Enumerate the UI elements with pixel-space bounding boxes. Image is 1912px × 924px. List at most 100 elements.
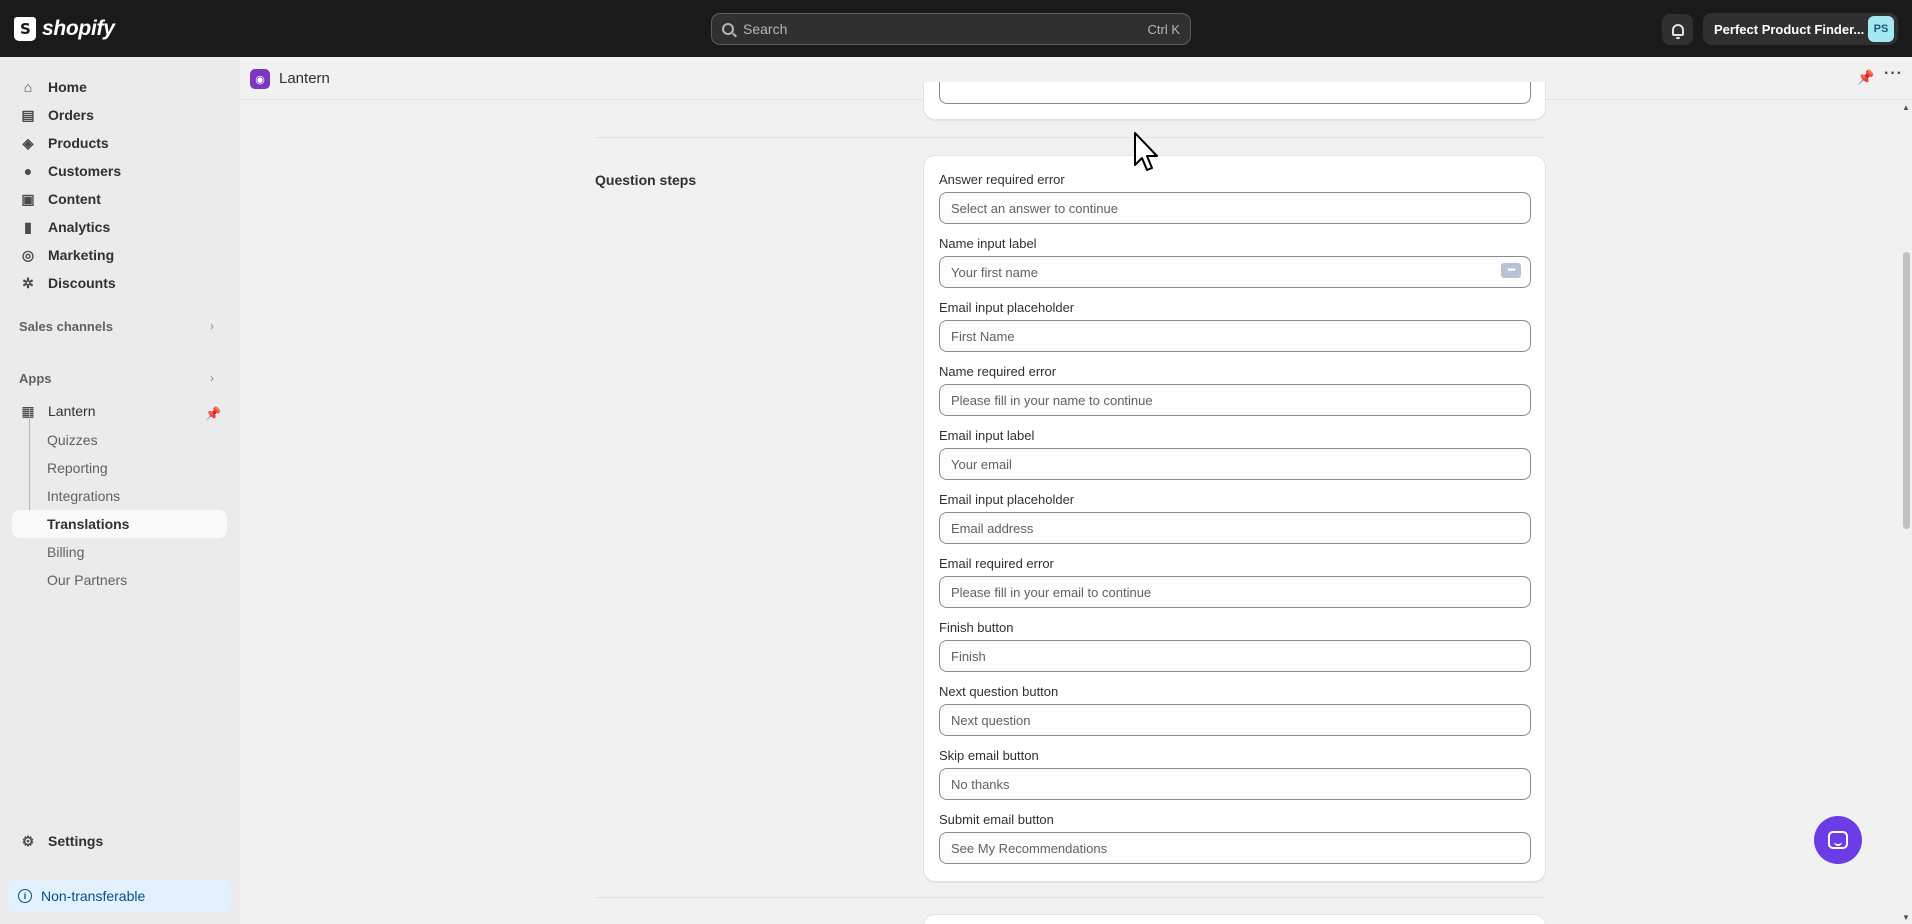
scroll-thumb[interactable] — [1903, 252, 1910, 529]
sidebar-item-home[interactable]: ⌂ Home — [12, 73, 227, 101]
lantern-app-icon: ◉ — [250, 69, 270, 89]
pin-icon[interactable]: 📌 — [1857, 69, 1874, 86]
field-input[interactable]: Please fill in your name to continue — [939, 384, 1531, 416]
sidebar-item-lantern[interactable]: ▦ Lantern — [12, 397, 227, 425]
sidebar-item-label: Customers — [48, 163, 122, 179]
next-card — [923, 914, 1546, 924]
field-label: Submit email button — [939, 812, 1054, 827]
shopify-wordmark: shopify — [42, 17, 115, 40]
sidebar-item-products[interactable]: ◈ Products — [12, 129, 227, 157]
question-steps-card: Answer required error Select an answer t… — [923, 155, 1546, 882]
email-input-label-field: Email input label Your email — [939, 428, 1531, 480]
bell-icon — [1671, 23, 1684, 39]
field-input[interactable]: Your email — [939, 448, 1531, 480]
sidebar-item-label: Discounts — [48, 275, 116, 291]
person-icon: ● — [23, 163, 33, 179]
sales-channels-heading[interactable]: Sales channels — [19, 319, 113, 334]
field-label: Skip email button — [939, 748, 1039, 763]
search-icon — [722, 23, 734, 35]
field-label: Email input placeholder — [939, 300, 1075, 315]
scroll-down-arrow-icon[interactable]: ▼ — [1902, 913, 1910, 922]
field-input[interactable]: Select an answer to continue — [939, 192, 1531, 224]
field-input[interactable]: No thanks — [939, 768, 1531, 800]
sidebar-item-label: Settings — [48, 833, 104, 849]
discount-icon: ✲ — [22, 274, 34, 291]
bar-chart-icon: ▮ — [24, 218, 32, 235]
notifications-button[interactable] — [1662, 14, 1693, 45]
field-label: Name required error — [939, 364, 1057, 379]
apps-heading[interactable]: Apps — [19, 371, 52, 386]
previous-card — [923, 82, 1546, 120]
field-input[interactable]: First Name — [939, 320, 1531, 352]
field-label: Email input placeholder — [939, 492, 1075, 507]
store-menu-button[interactable]: Perfect Product Finder... PS — [1703, 13, 1898, 45]
skip-email-button-field: Skip email button No thanks — [939, 748, 1531, 800]
image-icon: ▣ — [21, 190, 35, 207]
sidebar-subitem-billing[interactable]: Billing — [12, 538, 227, 566]
field-input[interactable]: Next question — [939, 704, 1531, 736]
gear-icon: ⚙ — [21, 832, 35, 849]
field-input[interactable]: See My Recommendations — [939, 832, 1531, 864]
search-input[interactable]: Search Ctrl K — [711, 13, 1191, 45]
non-transferable-banner[interactable]: i Non-transferable — [8, 880, 231, 912]
field-input[interactable]: Please fill in your email to continue — [939, 576, 1531, 608]
search-shortcut: Ctrl K — [1147, 21, 1181, 37]
field-label: Name input label — [939, 236, 1037, 251]
email-input-placeholder-field: Email input placeholder First Name — [939, 300, 1531, 352]
email-input-placeholder-field-2: Email input placeholder Email address — [939, 492, 1531, 544]
tag-icon: ◈ — [22, 134, 34, 151]
chat-icon — [1828, 831, 1848, 849]
autofill-dots-icon[interactable]: ••• — [1501, 263, 1521, 278]
sidebar-subitem-translations[interactable]: Translations — [12, 510, 227, 538]
shopify-bag-icon — [14, 17, 36, 41]
chevron-right-icon[interactable]: › — [210, 319, 214, 333]
sidebar-subitem-quizzes[interactable]: Quizzes — [12, 426, 227, 454]
sidebar-subitem-integrations[interactable]: Integrations — [12, 482, 227, 510]
field-input[interactable]: Your first name — [939, 256, 1531, 288]
section-divider — [595, 137, 1545, 138]
sidebar-item-label: Products — [48, 135, 109, 151]
field-label: Finish button — [939, 620, 1014, 635]
sidebar-item-label: Analytics — [48, 219, 111, 235]
section-title: Question steps — [595, 172, 697, 188]
field-label: Email input label — [939, 428, 1035, 443]
email-required-error-field: Email required error Please fill in your… — [939, 556, 1531, 608]
sidebar-item-settings[interactable]: ⚙ Settings — [12, 827, 227, 855]
sidebar-item-discounts[interactable]: ✲ Discounts — [12, 269, 227, 297]
shopify-logo[interactable]: shopify — [14, 17, 115, 41]
answer-required-error-field: Answer required error Select an answer t… — [939, 172, 1531, 224]
previous-input-field[interactable] — [939, 82, 1531, 104]
non-transferable-label: Non-transferable — [41, 888, 146, 904]
chat-support-button[interactable] — [1814, 816, 1862, 864]
sidebar-item-orders[interactable]: ▤ Orders — [12, 101, 227, 129]
sidebar-item-customers[interactable]: ● Customers — [12, 157, 227, 185]
chevron-right-icon[interactable]: › — [210, 371, 214, 385]
finish-button-field: Finish button Finish — [939, 620, 1531, 672]
sidebar-subitem-our-partners[interactable]: Our Partners — [12, 566, 227, 594]
app-grid-icon: ▦ — [21, 402, 35, 419]
field-label: Email required error — [939, 556, 1054, 571]
sidebar-subitem-reporting[interactable]: Reporting — [12, 454, 227, 482]
sidebar-item-analytics[interactable]: ▮ Analytics — [12, 213, 227, 241]
pin-icon[interactable]: 📌 — [205, 406, 221, 422]
page-scrollbar[interactable]: ▲ ▼ — [1900, 100, 1912, 924]
store-name: Perfect Product Finder... — [1714, 21, 1865, 37]
search-placeholder: Search — [743, 21, 788, 37]
sidebar: ⌂ Home ▤ Orders ◈ Products ● Customers ▣… — [0, 57, 240, 924]
more-actions-icon[interactable]: ··· — [1884, 65, 1903, 83]
field-label: Next question button — [939, 684, 1059, 699]
info-icon: i — [18, 889, 32, 903]
scroll-up-arrow-icon[interactable]: ▲ — [1902, 103, 1910, 112]
sidebar-item-marketing[interactable]: ◎ Marketing — [12, 241, 227, 269]
target-icon: ◎ — [21, 246, 35, 263]
sidebar-item-label: Orders — [48, 107, 94, 123]
sidebar-item-content[interactable]: ▣ Content — [12, 185, 227, 213]
inbox-icon: ▤ — [21, 106, 35, 123]
field-input[interactable]: Email address — [939, 512, 1531, 544]
field-input[interactable]: Finish — [939, 640, 1531, 672]
section-divider — [595, 897, 1545, 898]
submit-email-button-field: Submit email button See My Recommendatio… — [939, 812, 1531, 864]
next-question-button-field: Next question button Next question — [939, 684, 1531, 736]
name-input-label-field: Name input label Your first name ••• — [939, 236, 1531, 288]
top-bar: shopify Search Ctrl K Perfect Product Fi… — [0, 0, 1912, 57]
